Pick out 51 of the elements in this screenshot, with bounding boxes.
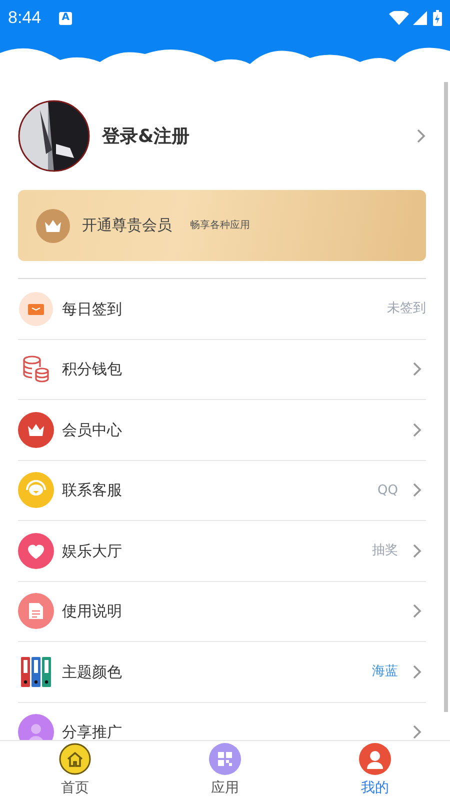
menu-label: 会员中心 [62, 420, 123, 440]
calendar-icon [19, 292, 53, 326]
chevron-icon [412, 664, 422, 680]
tab[interactable]: 应用 [150, 741, 300, 800]
battery-icon [433, 10, 442, 26]
notification-badge: A [59, 12, 72, 24]
document-icon [18, 593, 54, 630]
chevron-icon [412, 603, 422, 620]
crown-icon [18, 412, 54, 448]
menu-value: QQ [378, 482, 398, 500]
vip-title: 开通尊贵会员 [82, 215, 172, 236]
login-register-link[interactable]: 登录&注册 [102, 122, 416, 150]
menu-label: 积分钱包 [62, 359, 123, 380]
menu-label: 每日签到 [62, 298, 123, 320]
menu-label: 分享推广 [62, 722, 123, 740]
tab[interactable]: 我的 [300, 741, 450, 800]
tab[interactable]: 首页 [0, 741, 150, 800]
qr-code-icon [209, 742, 241, 774]
chevron-icon [412, 542, 422, 559]
wifi-icon [389, 11, 409, 25]
vip-subtitle: 畅享各种应用 [190, 218, 250, 233]
menu-value: 未签到 [387, 300, 426, 318]
menu-item[interactable]: 使用说明 [18, 582, 426, 642]
menu-label: 主题颜色 [62, 662, 123, 682]
menu-item[interactable]: 会员中心 [18, 400, 426, 460]
menu-item[interactable]: 积分钱包 [18, 340, 426, 400]
menu-value: 抽奖 [372, 542, 398, 560]
menu-item[interactable]: 联系客服 QQ [18, 460, 426, 521]
status-time: 8:44 [8, 7, 42, 30]
chevron-icon [412, 724, 422, 740]
chevron-icon [412, 422, 422, 438]
home-icon [59, 742, 91, 774]
person-icon [18, 714, 54, 740]
menu-item[interactable]: 主题颜色 海蓝 [18, 642, 426, 702]
signal-icon [413, 11, 427, 25]
menu-label: 使用说明 [62, 601, 123, 622]
person-icon [359, 742, 391, 774]
binders-icon [20, 656, 52, 688]
chevron-icon [416, 128, 426, 144]
headset-icon [18, 472, 54, 508]
menu-item[interactable]: 每日签到 未签到 [18, 279, 426, 340]
crown-icon [36, 208, 70, 242]
chevron-icon [412, 361, 422, 378]
menu-item[interactable]: 娱乐大厅 抽奖 [18, 521, 426, 582]
vip-card[interactable]: 开通尊贵会员 畅享各种应用 [18, 190, 426, 261]
menu-label: 联系客服 [62, 480, 123, 501]
coin-stack-icon [21, 354, 51, 384]
menu-value: 海蓝 [372, 663, 398, 681]
chevron-icon [412, 482, 422, 498]
scrollbar[interactable] [444, 82, 448, 712]
menu-label: 娱乐大厅 [62, 540, 123, 562]
